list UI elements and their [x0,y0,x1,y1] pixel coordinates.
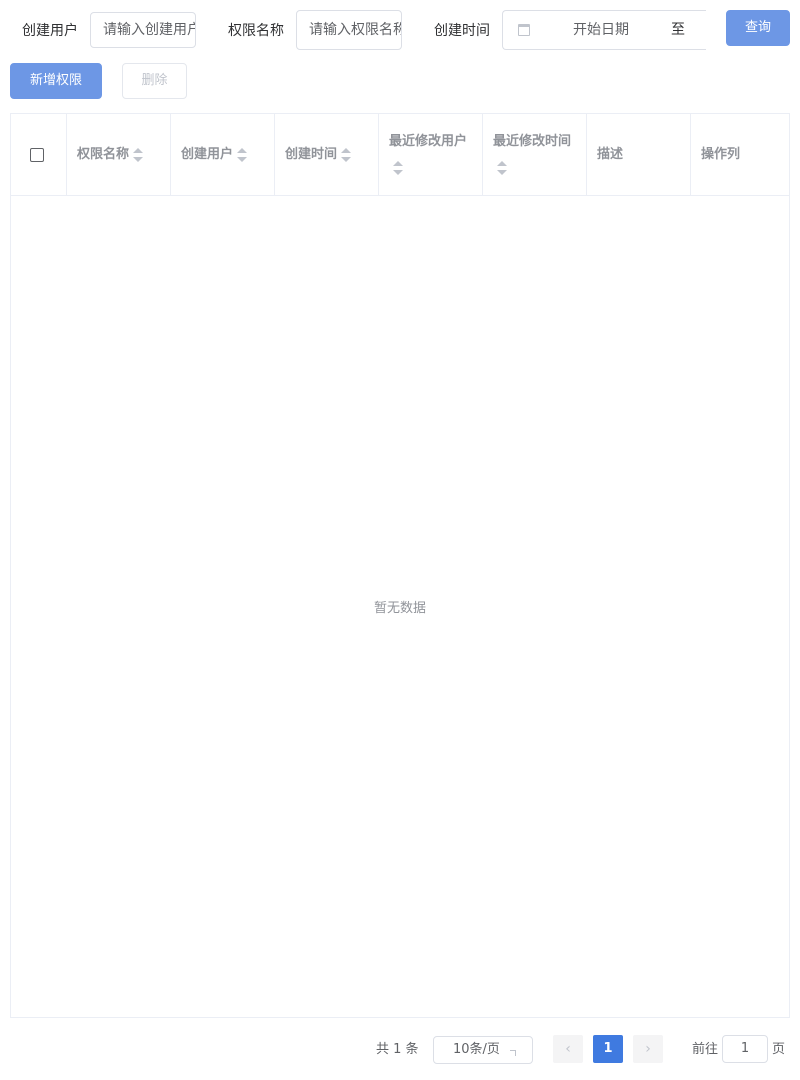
col-last-modified-time-label: 最近修改时间 [493,134,572,149]
page-number-current[interactable]: 1 [593,1035,623,1063]
sort-icon[interactable] [341,147,352,162]
sort-icon[interactable] [133,147,144,162]
select-all-column [11,114,67,196]
permissions-table: 权限名称 创建用户 创建时间 最近修改用户 最近修改时间 描述 操作列 暂无数据 [10,113,790,1018]
creator-input[interactable]: 请输入创建用户 [90,12,196,48]
table-header: 权限名称 创建用户 创建时间 最近修改用户 最近修改时间 描述 操作列 [11,114,789,196]
chevron-down-icon [510,1050,516,1056]
col-description: 描述 [587,114,691,196]
chevron-left-icon: ‹ [565,1041,571,1057]
col-last-modifier-label: 最近修改用户 [389,134,468,149]
perm-name-label: 权限名称 [228,23,284,39]
calendar-icon [518,24,530,36]
date-range-picker[interactable]: 开始日期 至 [502,10,706,50]
goto-suffix: 页 [772,1042,786,1057]
pagination-total: 共 1 条 [376,1042,419,1057]
page-size-select[interactable]: 10条/页 [433,1036,533,1064]
range-separator: 至 [671,22,685,38]
sort-icon[interactable] [393,160,403,175]
col-perm-name-label: 权限名称 [77,147,130,162]
chevron-right-icon: › [645,1041,651,1057]
query-button[interactable]: 查询 [726,10,790,46]
creator-label: 创建用户 [22,23,78,39]
col-perm-name[interactable]: 权限名称 [67,114,171,196]
goto-prefix: 前往 [692,1042,719,1057]
perm-name-placeholder: 请输入权限名称 [309,22,402,38]
col-actions: 操作列 [691,114,789,196]
sort-icon[interactable] [497,160,507,175]
sort-icon[interactable] [237,147,248,162]
col-create-time[interactable]: 创建时间 [275,114,379,196]
col-last-modifier[interactable]: 最近修改用户 [379,114,483,196]
delete-button[interactable]: 删除 [122,63,187,99]
empty-text: 暂无数据 [373,601,426,616]
goto-page-input[interactable]: 1 [722,1035,768,1063]
col-creator[interactable]: 创建用户 [171,114,275,196]
start-date-placeholder: 开始日期 [573,22,629,38]
col-last-modified-time[interactable]: 最近修改时间 [483,114,587,196]
select-all-checkbox[interactable] [30,148,44,162]
page-size-value: 10条/页 [453,1042,500,1057]
col-creator-label: 创建用户 [181,147,234,162]
create-time-label: 创建时间 [434,23,490,39]
creator-placeholder: 请输入创建用户 [103,22,196,38]
add-permission-button[interactable]: 新增权限 [10,63,102,99]
col-actions-label: 操作列 [701,147,741,162]
col-description-label: 描述 [597,147,624,162]
prev-page-button[interactable]: ‹ [553,1035,583,1063]
col-create-time-label: 创建时间 [285,147,338,162]
perm-name-input[interactable]: 请输入权限名称 [296,10,402,50]
next-page-button[interactable]: › [633,1035,663,1063]
